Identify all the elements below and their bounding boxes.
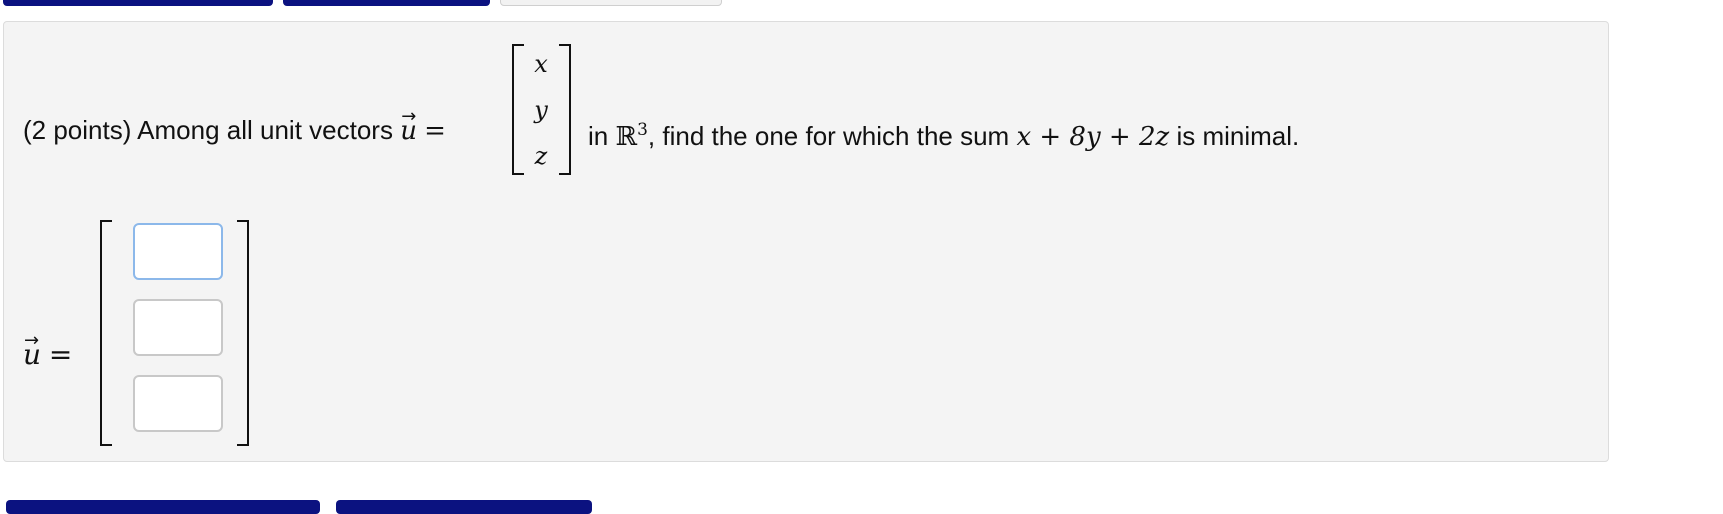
- top-nav-button-2[interactable]: [283, 0, 490, 6]
- vector-u: → u: [400, 106, 417, 148]
- answer-input-z[interactable]: [133, 375, 223, 432]
- answer-equals-sign: =: [48, 338, 73, 371]
- problem-panel: (2 points) Among all unit vectors → u = x…: [3, 21, 1609, 462]
- bottom-button-1[interactable]: [6, 500, 320, 514]
- matrix-left-bracket: [512, 44, 524, 175]
- sum-expression: x + 8y + 2z: [1016, 122, 1170, 152]
- minimal-text: is minimal.: [1169, 121, 1300, 151]
- answer-left-bracket: [100, 220, 112, 446]
- answer-input-x[interactable]: [133, 223, 223, 280]
- problem-prefix: (2 points) Among all unit vectors: [23, 115, 401, 145]
- answer-vector-u: → u: [23, 330, 41, 372]
- matrix-entry-y: y: [534, 96, 548, 124]
- real-space-symbol: ℝ: [615, 122, 638, 152]
- space-exponent: 3: [637, 120, 648, 140]
- matrix-right-bracket: [559, 44, 571, 175]
- answer-vector-arrow-icon: →: [24, 330, 40, 351]
- matrix-entry-x: x: [534, 50, 548, 78]
- matrix-entry-z: z: [534, 142, 548, 170]
- answer-label: → u =: [23, 330, 73, 372]
- answer-input-y[interactable]: [133, 299, 223, 356]
- find-text: , find the one for which the sum: [647, 121, 1017, 151]
- answer-right-bracket: [237, 220, 249, 446]
- equals-sign: =: [424, 116, 446, 146]
- problem-statement-end: in ℝ3, find the one for which the sum x …: [588, 113, 1299, 154]
- problem-statement-start: (2 points) Among all unit vectors → u =: [23, 106, 446, 148]
- top-nav-button-1[interactable]: [3, 0, 273, 6]
- bottom-button-2[interactable]: [336, 500, 592, 514]
- top-nav-button-3[interactable]: [500, 0, 722, 6]
- vector-arrow-icon: →: [401, 106, 417, 127]
- in-text: in: [588, 121, 616, 151]
